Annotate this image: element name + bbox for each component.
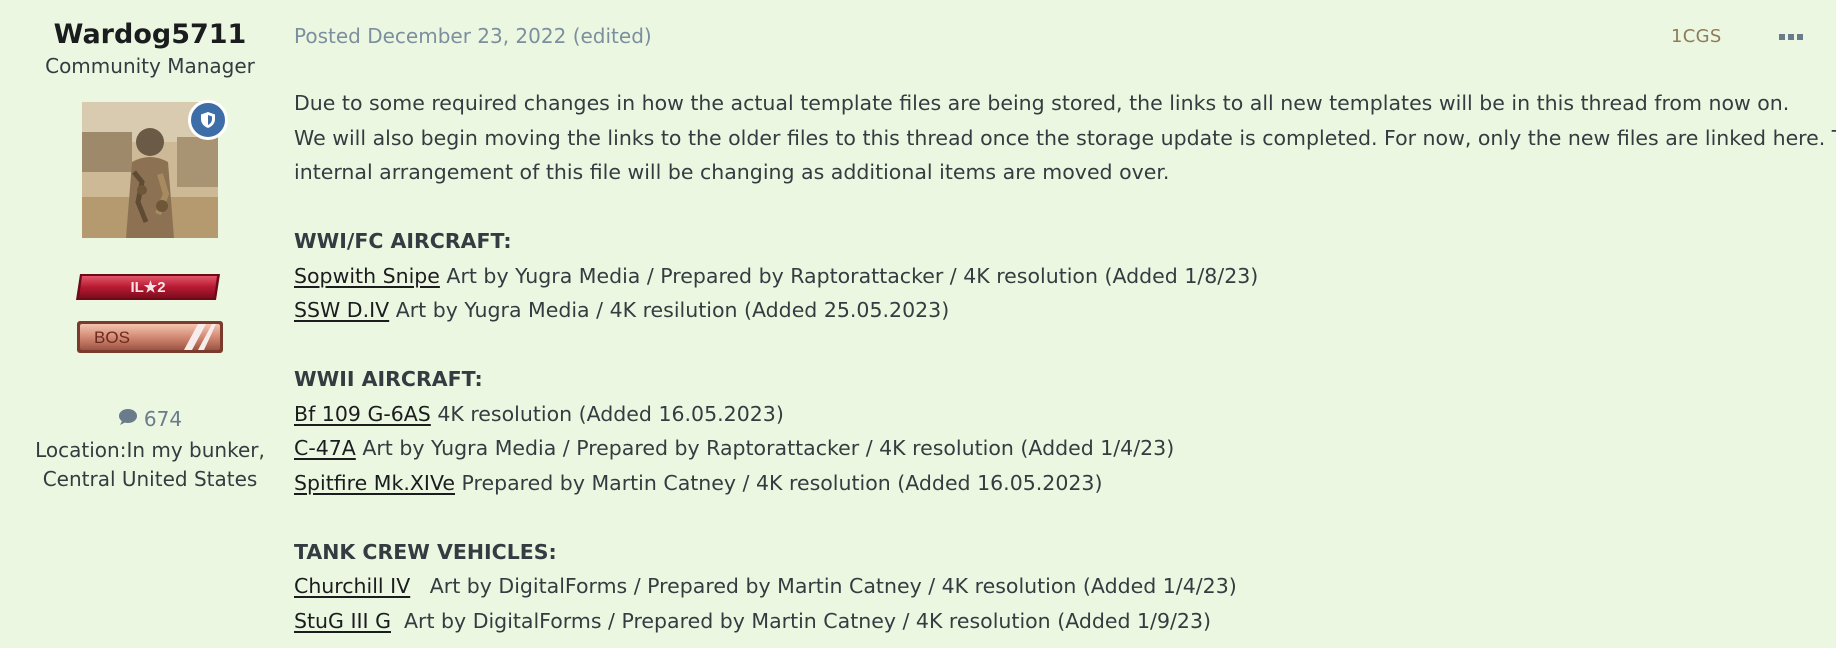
section-heading-wwi: WWI/FC AIRCRAFT: (294, 229, 512, 253)
list-item: Churchill IV Art by DigitalForms / Prepa… (294, 569, 1824, 604)
award-bos-ribbon: BOS (76, 320, 224, 358)
template-link[interactable]: Sopwith Snipe (294, 264, 440, 288)
post-count-value: 674 (143, 407, 183, 431)
list-item: C-47A Art by Yugra Media / Prepared by R… (294, 431, 1824, 466)
section-heading-wwii: WWII AIRCRAFT: (294, 367, 483, 391)
list-item: StuG III G Art by DigitalForms / Prepare… (294, 604, 1824, 639)
awards: IL★2 BOS (20, 272, 280, 358)
more-options-button[interactable] (1776, 24, 1806, 50)
intro-line-2: We will also begin moving the links to t… (294, 125, 1836, 150)
list-item: Sopwith Snipe Art by Yugra Media / Prepa… (294, 259, 1824, 294)
location-line-1: Location:In my bunker, (35, 438, 265, 462)
template-link[interactable]: Bf 109 G-6AS (294, 402, 431, 426)
author-name[interactable]: Wardog5711 (20, 16, 280, 54)
location-line-2: Central United States (42, 467, 258, 491)
list-item: Spitfire Mk.XIVe Prepared by Martin Catn… (294, 466, 1824, 501)
item-description: Art by DigitalForms / Prepared by Martin… (410, 574, 1237, 598)
ellipsis-icon (1779, 34, 1803, 40)
item-description: Art by Yugra Media / Prepared by Raptora… (439, 263, 1259, 288)
section-heading-tanks: TANK CREW VEHICLES: (294, 539, 557, 564)
speech-bubble-icon (118, 406, 138, 432)
list-item: Bf 109 G-6AS 4K resolution (Added 16.05.… (294, 397, 1824, 432)
template-link[interactable]: C-47A (294, 436, 356, 460)
author-panel: Wardog5711 Community Manager IL★2 BOS 67… (20, 16, 280, 494)
post-date-link[interactable]: Posted December 23, 2022 (edited) (294, 24, 652, 48)
post-count: 674 (20, 406, 280, 432)
group-tag: 1CGS (1671, 26, 1722, 47)
intro-line-1: Due to some required changes in how the … (294, 91, 1790, 115)
item-description: Art by DigitalForms / Prepared by Martin… (391, 608, 1211, 633)
item-description: Art by Yugra Media / Prepared by Raptora… (355, 436, 1175, 460)
avatar-container (82, 100, 228, 238)
intro-line-3: internal arrangement of this file will b… (294, 160, 1170, 184)
template-link[interactable]: Churchill IV (294, 574, 410, 598)
post-content: Due to some required changes in how the … (294, 86, 1836, 639)
award-il2-ribbon: IL★2 (76, 272, 224, 306)
svg-text:IL★2: IL★2 (130, 279, 165, 296)
svg-text:BOS: BOS (94, 328, 130, 347)
item-description: Art by Yugra Media / 4K resilution (Adde… (389, 298, 950, 322)
forum-post: Wardog5711 Community Manager IL★2 BOS 67… (0, 0, 1836, 648)
author-location: Location:In my bunker, Central United St… (20, 436, 280, 494)
list-item: SSW D.IV Art by Yugra Media / 4K resilut… (294, 293, 1824, 328)
shield-icon (188, 100, 228, 140)
post-meta: Posted December 23, 2022 (edited) (294, 24, 652, 48)
template-link[interactable]: StuG III G (294, 609, 391, 633)
item-description: Prepared by Martin Catney / 4K resolutio… (455, 470, 1103, 495)
author-title: Community Manager (45, 54, 255, 78)
template-link[interactable]: Spitfire Mk.XIVe (294, 471, 455, 495)
template-link[interactable]: SSW D.IV (294, 298, 389, 322)
item-description: 4K resolution (Added 16.05.2023) (430, 401, 784, 426)
